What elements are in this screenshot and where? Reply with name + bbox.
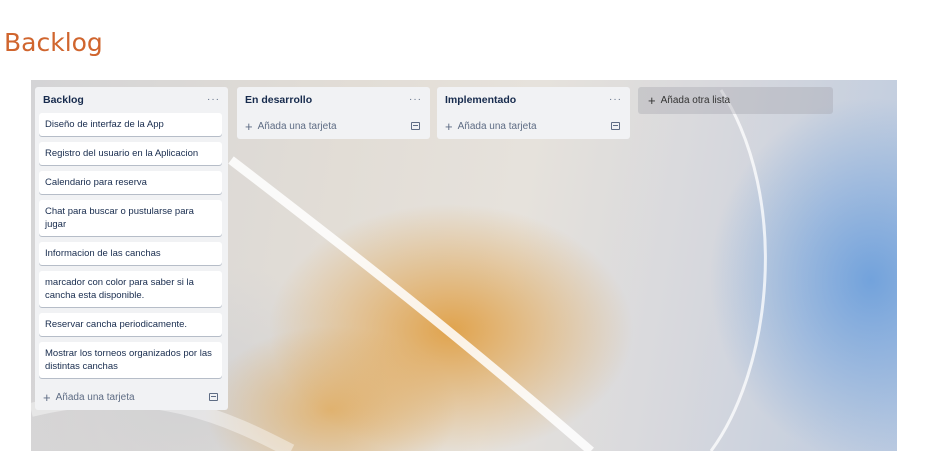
card[interactable]: marcador con color para saber si la canc… xyxy=(39,271,222,307)
card[interactable]: Registro del usuario en la Aplicacion xyxy=(39,142,222,165)
card-template-icon[interactable] xyxy=(411,122,420,130)
add-card-button[interactable]: + Añada una tarjeta xyxy=(43,391,135,404)
plus-icon: + xyxy=(43,389,51,405)
add-card-row: + Añada una tarjeta xyxy=(237,113,430,139)
add-list-label: Añada otra lista xyxy=(660,95,731,106)
add-card-label: Añada una tarjeta xyxy=(55,391,135,403)
card[interactable]: Diseño de interfaz de la App xyxy=(39,113,222,136)
add-card-row: + Añada una tarjeta xyxy=(437,113,630,139)
board-canvas: Backlog ··· Diseño de interfaz de la App… xyxy=(31,80,897,451)
list-implementado: Implementado ··· + Añada una tarjeta xyxy=(437,87,630,139)
list-header: Backlog ··· xyxy=(35,87,228,113)
card[interactable]: Chat para buscar o pustularse para jugar xyxy=(39,200,222,236)
plus-icon: + xyxy=(445,118,453,134)
plus-icon: + xyxy=(648,93,656,108)
list-header: Implementado ··· xyxy=(437,87,630,113)
card-template-icon[interactable] xyxy=(611,122,620,130)
more-dots-icon[interactable]: ··· xyxy=(409,95,422,105)
add-card-button[interactable]: + Añada una tarjeta xyxy=(245,120,337,133)
add-card-label: Añada una tarjeta xyxy=(257,120,337,132)
list-title[interactable]: En desarrollo xyxy=(245,94,312,106)
add-card-row: + Añada una tarjeta xyxy=(35,384,228,410)
card[interactable]: Calendario para reserva xyxy=(39,171,222,194)
card[interactable]: Mostrar los torneos organizados por las … xyxy=(39,342,222,378)
card[interactable]: Informacion de las canchas xyxy=(39,242,222,265)
list-en-desarrollo: En desarrollo ··· + Añada una tarjeta xyxy=(237,87,430,139)
list-backlog: Backlog ··· Diseño de interfaz de la App… xyxy=(35,87,228,410)
card[interactable]: Reservar cancha periodicamente. xyxy=(39,313,222,336)
add-card-label: Añada una tarjeta xyxy=(457,120,537,132)
plus-icon: + xyxy=(245,118,253,134)
card-template-icon[interactable] xyxy=(209,393,218,401)
list-header: En desarrollo ··· xyxy=(237,87,430,113)
page-title: Backlog xyxy=(4,28,103,57)
more-dots-icon[interactable]: ··· xyxy=(609,95,622,105)
list-title[interactable]: Implementado xyxy=(445,94,516,106)
more-dots-icon[interactable]: ··· xyxy=(207,95,220,105)
add-list-button[interactable]: + Añada otra lista xyxy=(638,87,833,114)
list-title[interactable]: Backlog xyxy=(43,94,84,106)
add-card-button[interactable]: + Añada una tarjeta xyxy=(445,120,537,133)
